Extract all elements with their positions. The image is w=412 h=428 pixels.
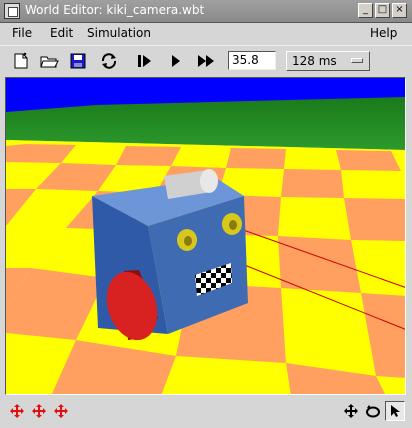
move-z-icon [54, 404, 68, 418]
bottom-toolbar [0, 398, 412, 428]
menu-edit[interactable]: Edit [50, 26, 73, 40]
simulation-time-field[interactable]: 35.8 [228, 51, 276, 70]
run-icon [172, 55, 180, 67]
pointer-mode-button[interactable] [385, 401, 405, 421]
pointer-icon [391, 405, 400, 417]
open-world-icon [40, 56, 59, 68]
revert-icon [101, 53, 117, 69]
toolbar: 35.8 128 ms [0, 45, 412, 76]
fast-run-button[interactable] [195, 51, 217, 71]
maximize-button[interactable]: □ [375, 3, 390, 18]
distance-sensor-lens [184, 236, 192, 246]
open-world-button[interactable] [38, 51, 60, 71]
move-z-button[interactable] [52, 402, 70, 420]
rotate-view-icon [366, 405, 380, 418]
run-button[interactable] [165, 51, 187, 71]
camera-end [200, 169, 218, 193]
move-y-button[interactable] [30, 402, 48, 420]
translate-view-icon [344, 404, 358, 418]
time-step-dropdown[interactable]: 128 ms [286, 51, 370, 71]
time-step-value: 128 ms [292, 54, 337, 68]
move-y-icon [32, 404, 46, 418]
window-title: World Editor: kiki_camera.wbt [25, 3, 205, 17]
rotate-view-button[interactable] [364, 402, 382, 420]
menu-help[interactable]: Help [370, 26, 397, 40]
scene-render [6, 78, 405, 394]
menu-bar: File Edit Simulation Help [0, 23, 412, 44]
step-icon [138, 55, 151, 67]
save-world-button[interactable] [67, 51, 89, 71]
step-button[interactable] [134, 51, 156, 71]
window-menu-icon[interactable] [4, 3, 20, 19]
revert-button[interactable] [98, 51, 120, 71]
dropdown-indicator-icon [351, 58, 363, 63]
translate-view-button[interactable] [342, 402, 360, 420]
minimize-button[interactable]: _ [358, 3, 373, 18]
move-x-button[interactable] [8, 402, 26, 420]
title-bar[interactable]: World Editor: kiki_camera.wbt _ □ × [0, 0, 412, 23]
close-button[interactable]: × [392, 3, 407, 18]
menu-simulation[interactable]: Simulation [87, 26, 151, 40]
new-world-icon [14, 52, 28, 69]
3d-viewport[interactable] [5, 77, 406, 395]
save-world-icon [70, 53, 86, 69]
distance-sensor-lens [229, 220, 237, 230]
move-x-icon [10, 404, 24, 418]
new-world-button[interactable] [10, 51, 32, 71]
fast-run-icon [198, 55, 214, 67]
menu-file[interactable]: File [12, 26, 32, 40]
